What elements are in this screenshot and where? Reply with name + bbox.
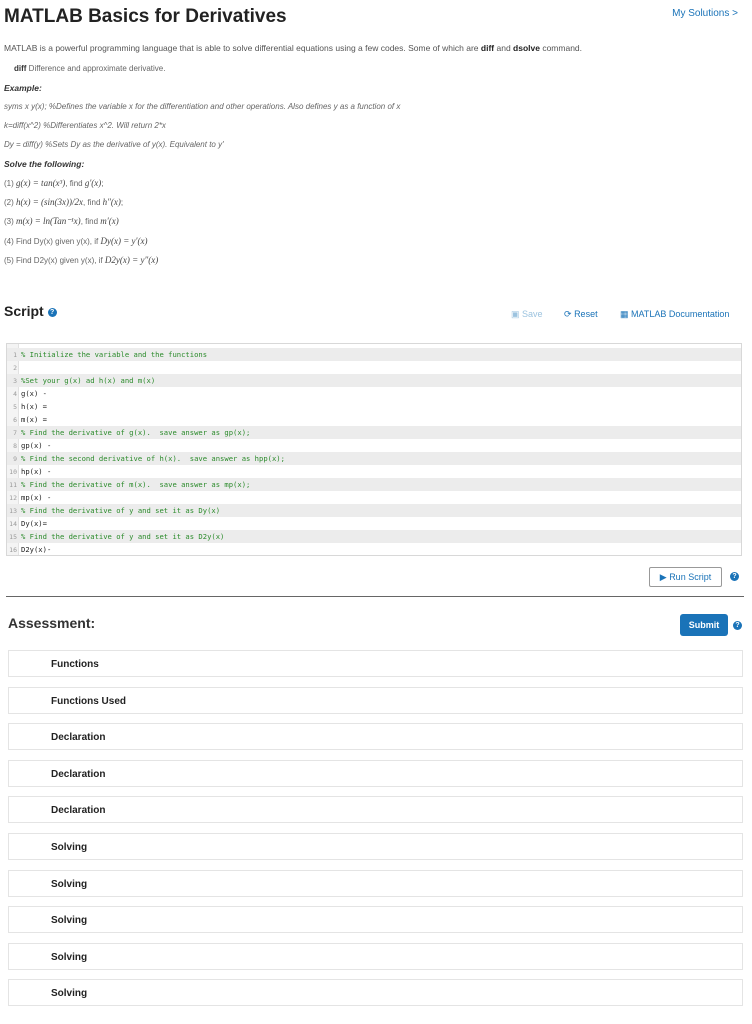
assessment-item[interactable]: Functions Used [8,686,743,714]
code-line[interactable]: 15% Find the derivative of y and set it … [7,530,741,543]
submit-button[interactable]: Submit [680,614,728,636]
section-divider [6,596,744,597]
problem-3: (3) m(x) = ln(Tan⁻¹x), find m′(x) [4,216,119,226]
assessment-item[interactable]: Solving [8,869,743,897]
code-line[interactable]: 6 m(x) = [7,413,741,426]
code-text: m(x) = [21,415,47,424]
assessment-item-label: Solving [51,951,88,963]
example-line-2: k=diff(x^2) %Differentiates x^2. Will re… [4,121,166,130]
example-heading: Example: [4,83,42,93]
code-text: D2y(x)- [21,545,52,554]
problem-5: (5) Find D2y(x) given y(x), if D2y(x) = … [4,255,159,265]
assessment-item[interactable]: Declaration [8,723,743,751]
example-line-1: syms x y(x); %Defines the variable x for… [4,102,401,111]
run-help-icon[interactable]: ? [730,572,739,581]
code-line[interactable]: 12 mp(x) - [7,491,741,504]
example-line-3: Dy = diff(y) %Sets Dy as the derivative … [4,140,224,149]
line-number: 16 [9,546,17,554]
code-line[interactable]: 5 h(x) = [7,400,741,413]
assessment-item-label: Declaration [51,732,106,744]
assessment-item-label: Solving [51,915,88,927]
script-help-icon[interactable]: ? [47,307,57,317]
book-icon: ▦ [620,309,629,319]
assessment-item-label: Solving [51,988,88,1000]
assessment-heading: Assessment: [8,615,96,631]
assessment-item-label: Declaration [51,768,106,780]
code-line[interactable]: 9% Find the second derivative of h(x). s… [7,452,741,465]
code-text: g(x) - [21,389,47,398]
code-editor[interactable]: 1% Initialize the variable and the funct… [6,343,742,556]
submit-help-icon[interactable]: ? [733,621,742,630]
code-line[interactable]: 7% Find the derivative of g(x). save ans… [7,426,741,439]
assessment-item[interactable]: Solving [8,906,743,934]
assessment-item-label: Solving [51,842,88,853]
code-text: h(x) = [21,402,47,411]
code-text: % Find the derivative of g(x). save answ… [21,428,251,437]
intro-text: MATLAB is a powerful programming languag… [4,43,583,53]
code-text: gp(x) - [21,441,52,450]
code-line[interactable]: 3 %Set your g(x) ad h(x) and m(x) [7,374,741,387]
code-text: % Find the derivative of y and set it as… [21,532,225,541]
script-heading: Script ? [4,303,57,319]
code-line[interactable]: 2 [7,361,741,374]
problems-heading: Solve the following: [4,159,85,169]
my-solutions-link[interactable]: My Solutions > [672,8,738,19]
code-text: % Find the derivative of y and set it as… [21,506,221,515]
code-line[interactable]: 13% Find the derivative of y and set it … [7,504,741,517]
code-line[interactable]: 16 D2y(x)- [7,543,741,556]
assessment-item[interactable]: Solving [8,942,743,970]
assessment-item-label: Functions Used [51,695,127,707]
assessment-item-label: Declaration [51,805,106,817]
refresh-icon: ⟳ [564,309,572,319]
code-line[interactable]: 4 g(x) - [7,387,741,400]
code-text: % Initialize the variable and the functi… [21,350,208,359]
assessment-item[interactable]: Solving [8,833,743,860]
problem-2: (2) h(x) = (sin(3x))/2x, find h″(x); [4,197,124,207]
save-button[interactable]: ▣ Save [511,309,543,320]
code-text: % Find the second derivative of h(x). sa… [21,454,285,463]
problem-4: (4) Find Dy(x) given y(x), if Dy(x) = y′… [4,236,148,246]
code-text: Dy(x)= [21,519,47,528]
assessment-item[interactable]: Declaration [8,759,743,787]
code-text: %Set your g(x) ad h(x) and m(x) [21,376,156,385]
assessment-item[interactable]: Declaration [8,796,743,824]
code-line[interactable]: 11% Find the derivative of m(x). save an… [7,478,741,491]
code-line[interactable]: 14 Dy(x)= [7,517,741,530]
code-line[interactable]: 8 gp(x) - [7,439,741,452]
diff-description: diff Difference and approximate derivati… [14,64,166,73]
assessment-item-label: Functions [51,659,99,670]
page-title: MATLAB Basics for Derivatives [4,6,287,27]
assessment-item-label: Solving [51,878,88,890]
floppy-disk-icon: ▣ [511,309,520,319]
run-script-button[interactable]: ▶ Run Script [649,567,722,587]
reset-button[interactable]: ⟳ Reset [564,309,598,320]
code-text: mp(x) - [21,493,52,502]
code-text: % Find the derivative of m(x). save answ… [21,480,251,489]
assessment-item[interactable]: Solving [8,979,743,1007]
assessment-item[interactable]: Functions [8,650,743,677]
code-line[interactable]: 10 hp(x) - [7,465,741,478]
code-line[interactable]: 1% Initialize the variable and the funct… [7,348,741,361]
matlab-documentation-link[interactable]: ▦ MATLAB Documentation [620,309,729,320]
problem-1: (1) g(x) = tan(x³), find g′(x); [4,178,104,188]
code-text: hp(x) - [21,467,52,476]
